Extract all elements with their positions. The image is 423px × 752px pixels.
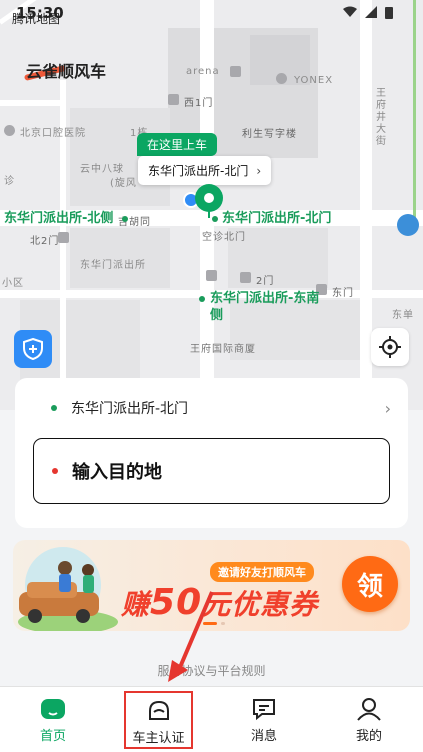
destination-dot-icon — [52, 468, 58, 474]
map-label: 利生写字楼 — [242, 129, 297, 140]
pickup-location-name: 东华门派出所-北门 — [148, 164, 249, 178]
person-icon — [357, 698, 381, 721]
gate-icon — [168, 94, 179, 105]
gate-icon — [206, 270, 217, 281]
poi-north-gate[interactable]: 东华门派出所-北门 — [222, 210, 342, 227]
tab-label: 我的 — [355, 729, 382, 744]
pickup-tag: 在这里上车 — [137, 133, 218, 156]
home-icon — [41, 699, 65, 719]
destination-input[interactable]: 输入目的地 — [33, 438, 390, 504]
map-label: 王府国际商厦 — [190, 344, 256, 355]
crosshair-icon — [379, 336, 401, 358]
wifi-icon — [343, 6, 357, 17]
bottom-tab-bar: 首页 车主认证 消息 我的 — [0, 686, 423, 752]
invite-tag: 邀请好友打顺风车 — [210, 562, 314, 582]
start-location-row[interactable]: 东华门派出所-北门 › — [51, 396, 391, 420]
tab-driver-verification[interactable]: 车主认证 — [124, 691, 193, 749]
map-label: (旋风 — [110, 178, 137, 189]
poi-southeast-side[interactable]: 东华门派出所-东南侧 — [210, 290, 330, 324]
locate-me-button[interactable] — [371, 328, 409, 366]
tab-label: 车主认证 — [132, 731, 185, 746]
venue-icon — [230, 66, 241, 77]
poi-north-side[interactable]: 东华门派出所-北侧 — [4, 210, 124, 227]
map-label: 北京口腔医院 — [20, 128, 86, 139]
promo-prefix: 赚 — [121, 588, 151, 621]
tab-label: 消息 — [250, 729, 277, 744]
gate-icon — [240, 272, 251, 283]
pickup-location-card[interactable]: 东华门派出所-北门 › — [138, 156, 272, 185]
map-label: 诊 — [4, 176, 15, 187]
street-label: 王府井大街 — [376, 88, 387, 147]
poi-dot — [199, 296, 205, 302]
map-label: 东门 — [332, 288, 354, 299]
brand-title: 云雀顺风车 — [26, 62, 107, 81]
map-label: 北2门 — [30, 236, 60, 247]
destination-placeholder: 输入目的地 — [72, 462, 162, 483]
hospital-icon — [4, 125, 15, 136]
map-label: 空诊北门 — [202, 232, 246, 243]
chevron-right-icon: › — [256, 164, 262, 178]
safety-shield-button[interactable] — [14, 330, 52, 368]
message-icon — [253, 699, 275, 721]
tab-home[interactable]: 首页 — [18, 687, 88, 749]
compass-shop-icon — [276, 73, 287, 84]
signal-icon — [365, 6, 377, 18]
steering-car-icon — [148, 700, 169, 720]
promo-illustration — [18, 547, 118, 631]
compass-icon[interactable] — [397, 214, 419, 236]
map-label: 东华门派出所 — [80, 260, 146, 271]
poi-dot — [212, 216, 218, 222]
start-dot-icon — [51, 405, 57, 411]
battery-icon — [385, 7, 393, 19]
map-road — [0, 100, 60, 106]
map-label: 西1门 — [184, 98, 214, 109]
route-card: 东华门派出所-北门 › 输入目的地 — [15, 378, 408, 528]
map-label: 2门 — [256, 276, 275, 287]
map-label: 小区 — [2, 278, 24, 289]
map-label: 东单 — [392, 310, 414, 321]
gate-icon — [58, 232, 69, 243]
map-label: YONEX — [294, 75, 334, 86]
tab-label: 首页 — [39, 729, 66, 744]
annotation-arrow — [168, 591, 214, 682]
map-green-line — [413, 0, 416, 230]
chevron-right-icon: › — [384, 398, 391, 418]
map-label: 云中八球 — [80, 164, 124, 175]
map-provider-label: 腾讯地图 — [12, 12, 61, 26]
start-location-text: 东华门派出所-北门 — [71, 401, 189, 417]
shield-icon — [23, 338, 43, 360]
status-bar: 15:30 腾讯地图 — [0, 0, 423, 26]
claim-button[interactable]: 领 — [342, 556, 398, 612]
tab-profile[interactable]: 我的 — [334, 687, 404, 749]
pickup-pin-stem — [208, 208, 210, 218]
tab-messages[interactable]: 消息 — [229, 687, 299, 749]
status-icons — [343, 6, 393, 19]
map-label: arena — [186, 66, 220, 77]
page-dot — [221, 622, 225, 625]
poi-dot — [122, 216, 128, 222]
